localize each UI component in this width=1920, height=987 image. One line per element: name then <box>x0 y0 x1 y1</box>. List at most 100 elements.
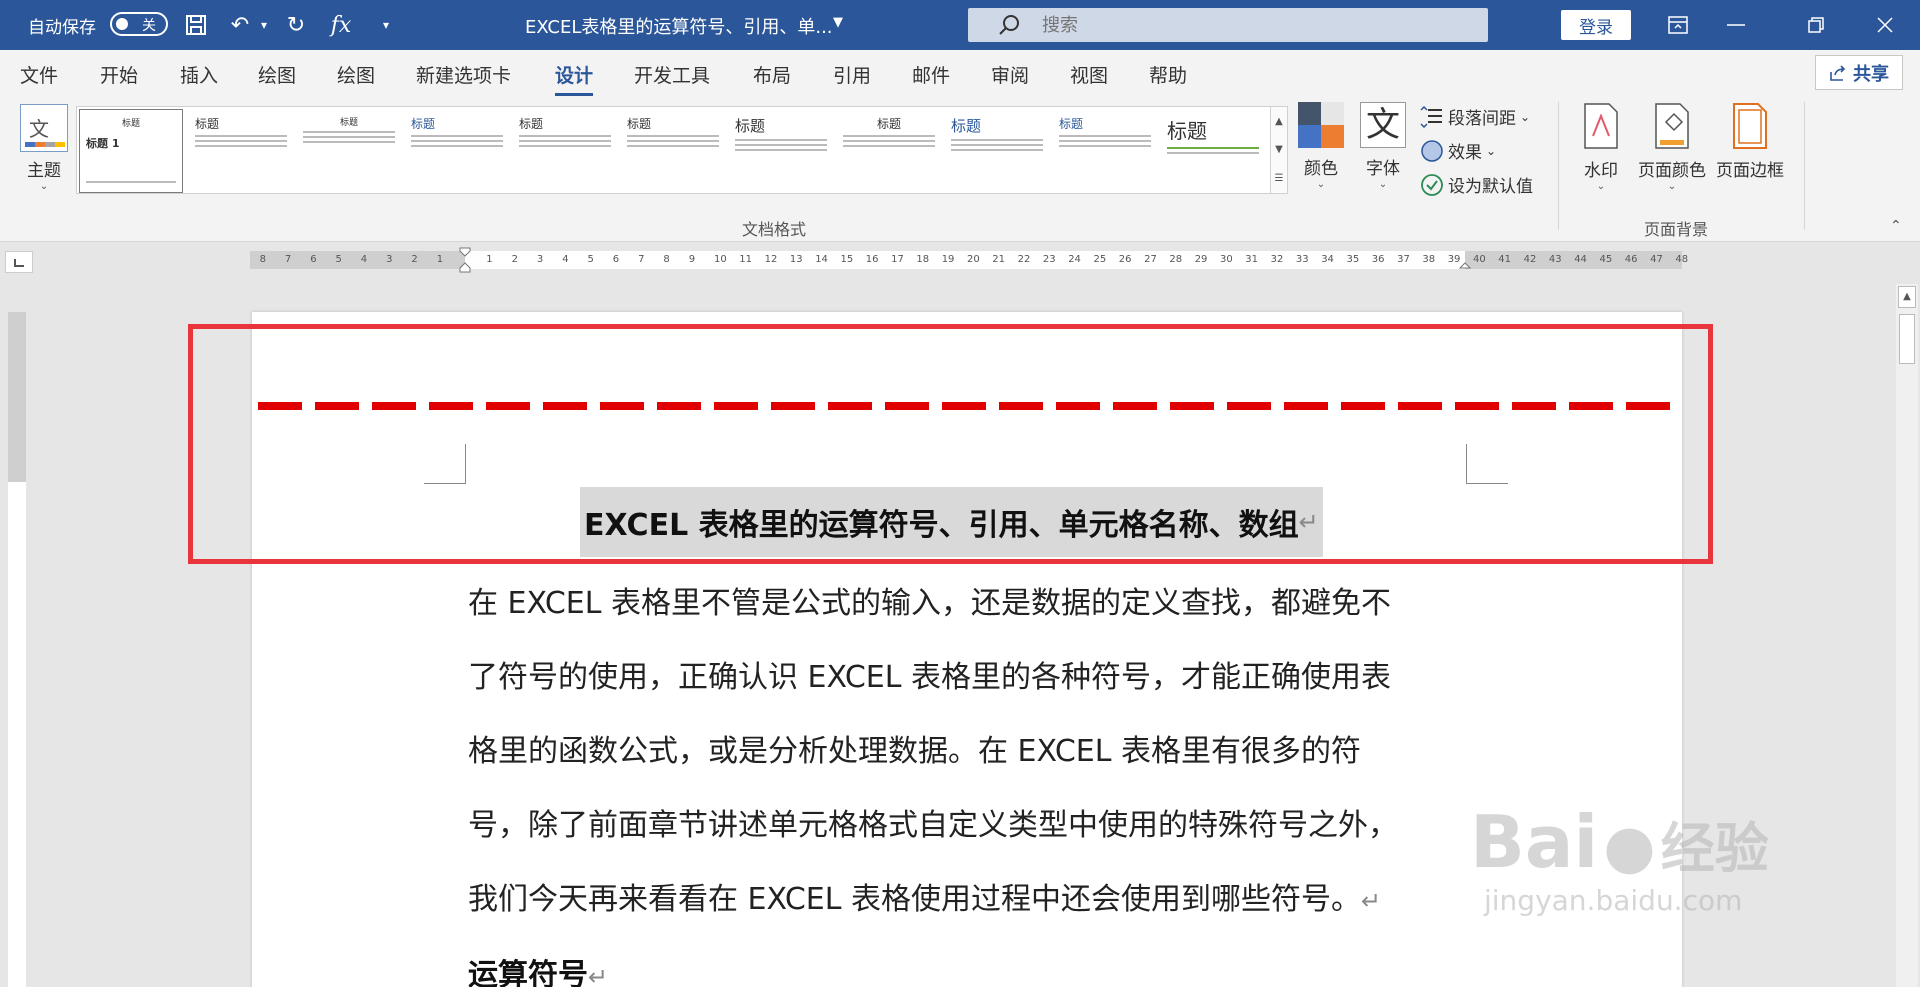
style-set-gallery[interactable]: 标题 标题 1 标题 标题 标题 标题 标题 标题 标题 标题 标题 标题 <box>76 106 1287 194</box>
tab-new-tab[interactable]: 新建选项卡 <box>416 61 511 88</box>
style-set-item[interactable]: 标题 <box>621 109 725 193</box>
tab-draw-2[interactable]: 绘图 <box>337 61 375 88</box>
style-set-item[interactable]: 标题 <box>1161 109 1265 193</box>
watermark-url: jingyan.baidu.com <box>1484 884 1743 917</box>
gallery-more-icon[interactable]: ☰ <box>1275 173 1284 184</box>
watermark-label: 水印 <box>1584 161 1618 181</box>
share-button[interactable]: 共享 <box>1815 55 1903 90</box>
horizontal-ruler[interactable]: 8 7 6 5 4 3 2 1 1 2 3 4 5 6 7 8 9 10 11 12 13 14 15 16 17 18 19 20 2… <box>250 247 1688 273</box>
title-dropdown-icon[interactable]: ▼ <box>833 15 843 30</box>
ruler-number: 19 <box>941 254 955 265</box>
return-mark: ↵ <box>588 963 609 987</box>
search-box[interactable] <box>968 8 1488 42</box>
style-set-item[interactable]: 标题 <box>729 109 833 193</box>
paragraph-spacing-button[interactable]: 段落间距 ⌄ <box>1420 104 1530 129</box>
ruler-number: 5 <box>335 254 342 265</box>
section-subheading[interactable]: 运算符号↵ <box>468 950 608 987</box>
save-icon[interactable] <box>180 10 212 40</box>
right-indent-marker-icon[interactable] <box>1458 259 1472 269</box>
ruler-number: 29 <box>1194 254 1208 265</box>
ribbon-display-icon[interactable] <box>1655 8 1701 42</box>
style-set-item[interactable]: 标题 <box>1053 109 1157 193</box>
ruler-number: 36 <box>1371 254 1385 265</box>
document-title[interactable]: EXCEL表格里的运算符号、引用、单... <box>525 13 833 39</box>
ruler-number: 40 <box>1473 254 1486 265</box>
baidu-watermark: Bai ● 经验 jingyan.baidu.com <box>1470 800 1769 917</box>
tab-view[interactable]: 视图 <box>1070 61 1108 88</box>
ruler-number: 34 <box>1321 254 1334 265</box>
style-set-item[interactable]: 标题 标题 1 <box>79 109 183 193</box>
style-set-item[interactable]: 标题 <box>837 109 941 193</box>
title-bar: 自动保存 关 ↶ ▾ ↻ fx ▾ EXCEL表格里的运算符号、引用、单... … <box>0 0 1920 50</box>
page-border-label: 页面边框 <box>1716 161 1784 181</box>
search-input[interactable] <box>1042 13 1442 37</box>
tab-file[interactable]: 文件 <box>20 61 58 88</box>
page-color-button[interactable]: 页面颜色 ⌄ <box>1638 102 1706 192</box>
theme-icon: 文 <box>20 104 68 152</box>
minimize-icon[interactable] <box>1713 8 1759 42</box>
gallery-down-icon[interactable]: ▼ <box>1275 144 1283 155</box>
effects-button[interactable]: 效果 ⌄ <box>1420 138 1496 163</box>
page-border-icon <box>1727 102 1773 152</box>
tab-layout[interactable]: 布局 <box>753 61 791 88</box>
watermark-button[interactable]: 水印 ⌄ <box>1578 102 1624 192</box>
fonts-label: 字体 <box>1366 159 1400 179</box>
ruler-number: 42 <box>1523 254 1537 265</box>
ruler-number: 24 <box>1068 254 1081 265</box>
tab-home[interactable]: 开始 <box>100 61 138 88</box>
indent-marker-icon[interactable] <box>459 247 471 273</box>
paragraph-line[interactable]: 我们今天再来看看在 EXCEL 表格使用过程中还会使用到哪些符号。↵ <box>468 874 1468 918</box>
highlight-annotation-box <box>188 324 1713 564</box>
tab-developer[interactable]: 开发工具 <box>634 61 710 88</box>
paragraph-line[interactable]: 号，除了前面章节讲述单元格格式自定义类型中使用的特殊符号之外， <box>468 800 1468 844</box>
customize-toolbar-icon[interactable]: ▾ <box>370 10 402 40</box>
tab-insert[interactable]: 插入 <box>180 61 218 88</box>
redo-icon[interactable]: ↻ <box>280 10 312 40</box>
close-icon[interactable] <box>1862 8 1908 42</box>
tab-mailings[interactable]: 邮件 <box>912 61 950 88</box>
paw-icon: ● <box>1603 812 1656 882</box>
effects-label: 效果 <box>1448 143 1482 163</box>
gallery-scroll[interactable]: ▲ ▼ ☰ <box>1270 106 1288 194</box>
ruler-number: 1 <box>486 254 493 265</box>
collapse-ribbon-icon[interactable]: ⌃ <box>1890 218 1902 234</box>
page-border-button[interactable]: 页面边框 <box>1716 102 1784 181</box>
login-button[interactable]: 登录 <box>1561 10 1631 40</box>
tab-references[interactable]: 引用 <box>833 61 871 88</box>
tab-review[interactable]: 审阅 <box>991 61 1029 88</box>
style-set-item[interactable]: 标题 <box>405 109 509 193</box>
fonts-button[interactable]: 文 字体 ⌄ <box>1360 102 1406 190</box>
menu-bar: 文件 开始 插入 绘图 绘图 新建选项卡 设计 开发工具 布局 引用 邮件 审阅… <box>0 50 1920 96</box>
paragraph-spacing-label: 段落间距 <box>1448 109 1516 129</box>
vertical-ruler[interactable] <box>8 312 26 987</box>
colors-button[interactable]: 颜色 ⌄ <box>1298 102 1344 190</box>
paragraph-line[interactable]: 了符号的使用，正确认识 EXCEL 表格里的各种符号，才能正确使用表 <box>468 652 1468 696</box>
theme-dropdown-icon: ⌄ <box>39 181 49 192</box>
style-set-item[interactable]: 标题 <box>513 109 617 193</box>
style-set-item[interactable]: 标题 <box>189 109 293 193</box>
tab-help[interactable]: 帮助 <box>1149 61 1187 88</box>
scroll-thumb[interactable] <box>1899 314 1915 364</box>
ruler-number: 7 <box>638 254 645 265</box>
search-icon <box>999 15 1019 35</box>
vertical-scrollbar[interactable]: ▲ <box>1896 284 1918 987</box>
ruler-number: 31 <box>1245 254 1259 265</box>
scroll-up-icon[interactable]: ▲ <box>1898 286 1916 308</box>
gallery-up-icon[interactable]: ▲ <box>1275 116 1283 127</box>
tab-draw[interactable]: 绘图 <box>258 61 296 88</box>
tab-selector[interactable] <box>5 251 33 273</box>
ruler-number: 13 <box>789 254 803 265</box>
undo-dropdown-icon[interactable]: ▾ <box>248 10 280 40</box>
style-set-item[interactable]: 标题 <box>297 109 401 193</box>
autosave-toggle[interactable]: 关 <box>110 12 168 36</box>
function-icon[interactable]: fx <box>325 10 357 40</box>
set-default-button[interactable]: 设为默认值 <box>1420 172 1533 197</box>
paragraph-line[interactable]: 在 EXCEL 表格里不管是公式的输入，还是数据的定义查找，都避免不 <box>468 578 1468 622</box>
ruler-number: 48 <box>1675 254 1689 265</box>
theme-button[interactable]: 文 主题 ⌄ <box>14 104 74 204</box>
ruler-number: 26 <box>1118 254 1132 265</box>
paragraph-line[interactable]: 格里的函数公式，或是分析处理数据。在 EXCEL 表格里有很多的符 <box>468 726 1468 770</box>
restore-icon[interactable] <box>1793 8 1839 42</box>
style-set-item[interactable]: 标题 <box>945 109 1049 193</box>
tab-design[interactable]: 设计 <box>555 61 594 96</box>
